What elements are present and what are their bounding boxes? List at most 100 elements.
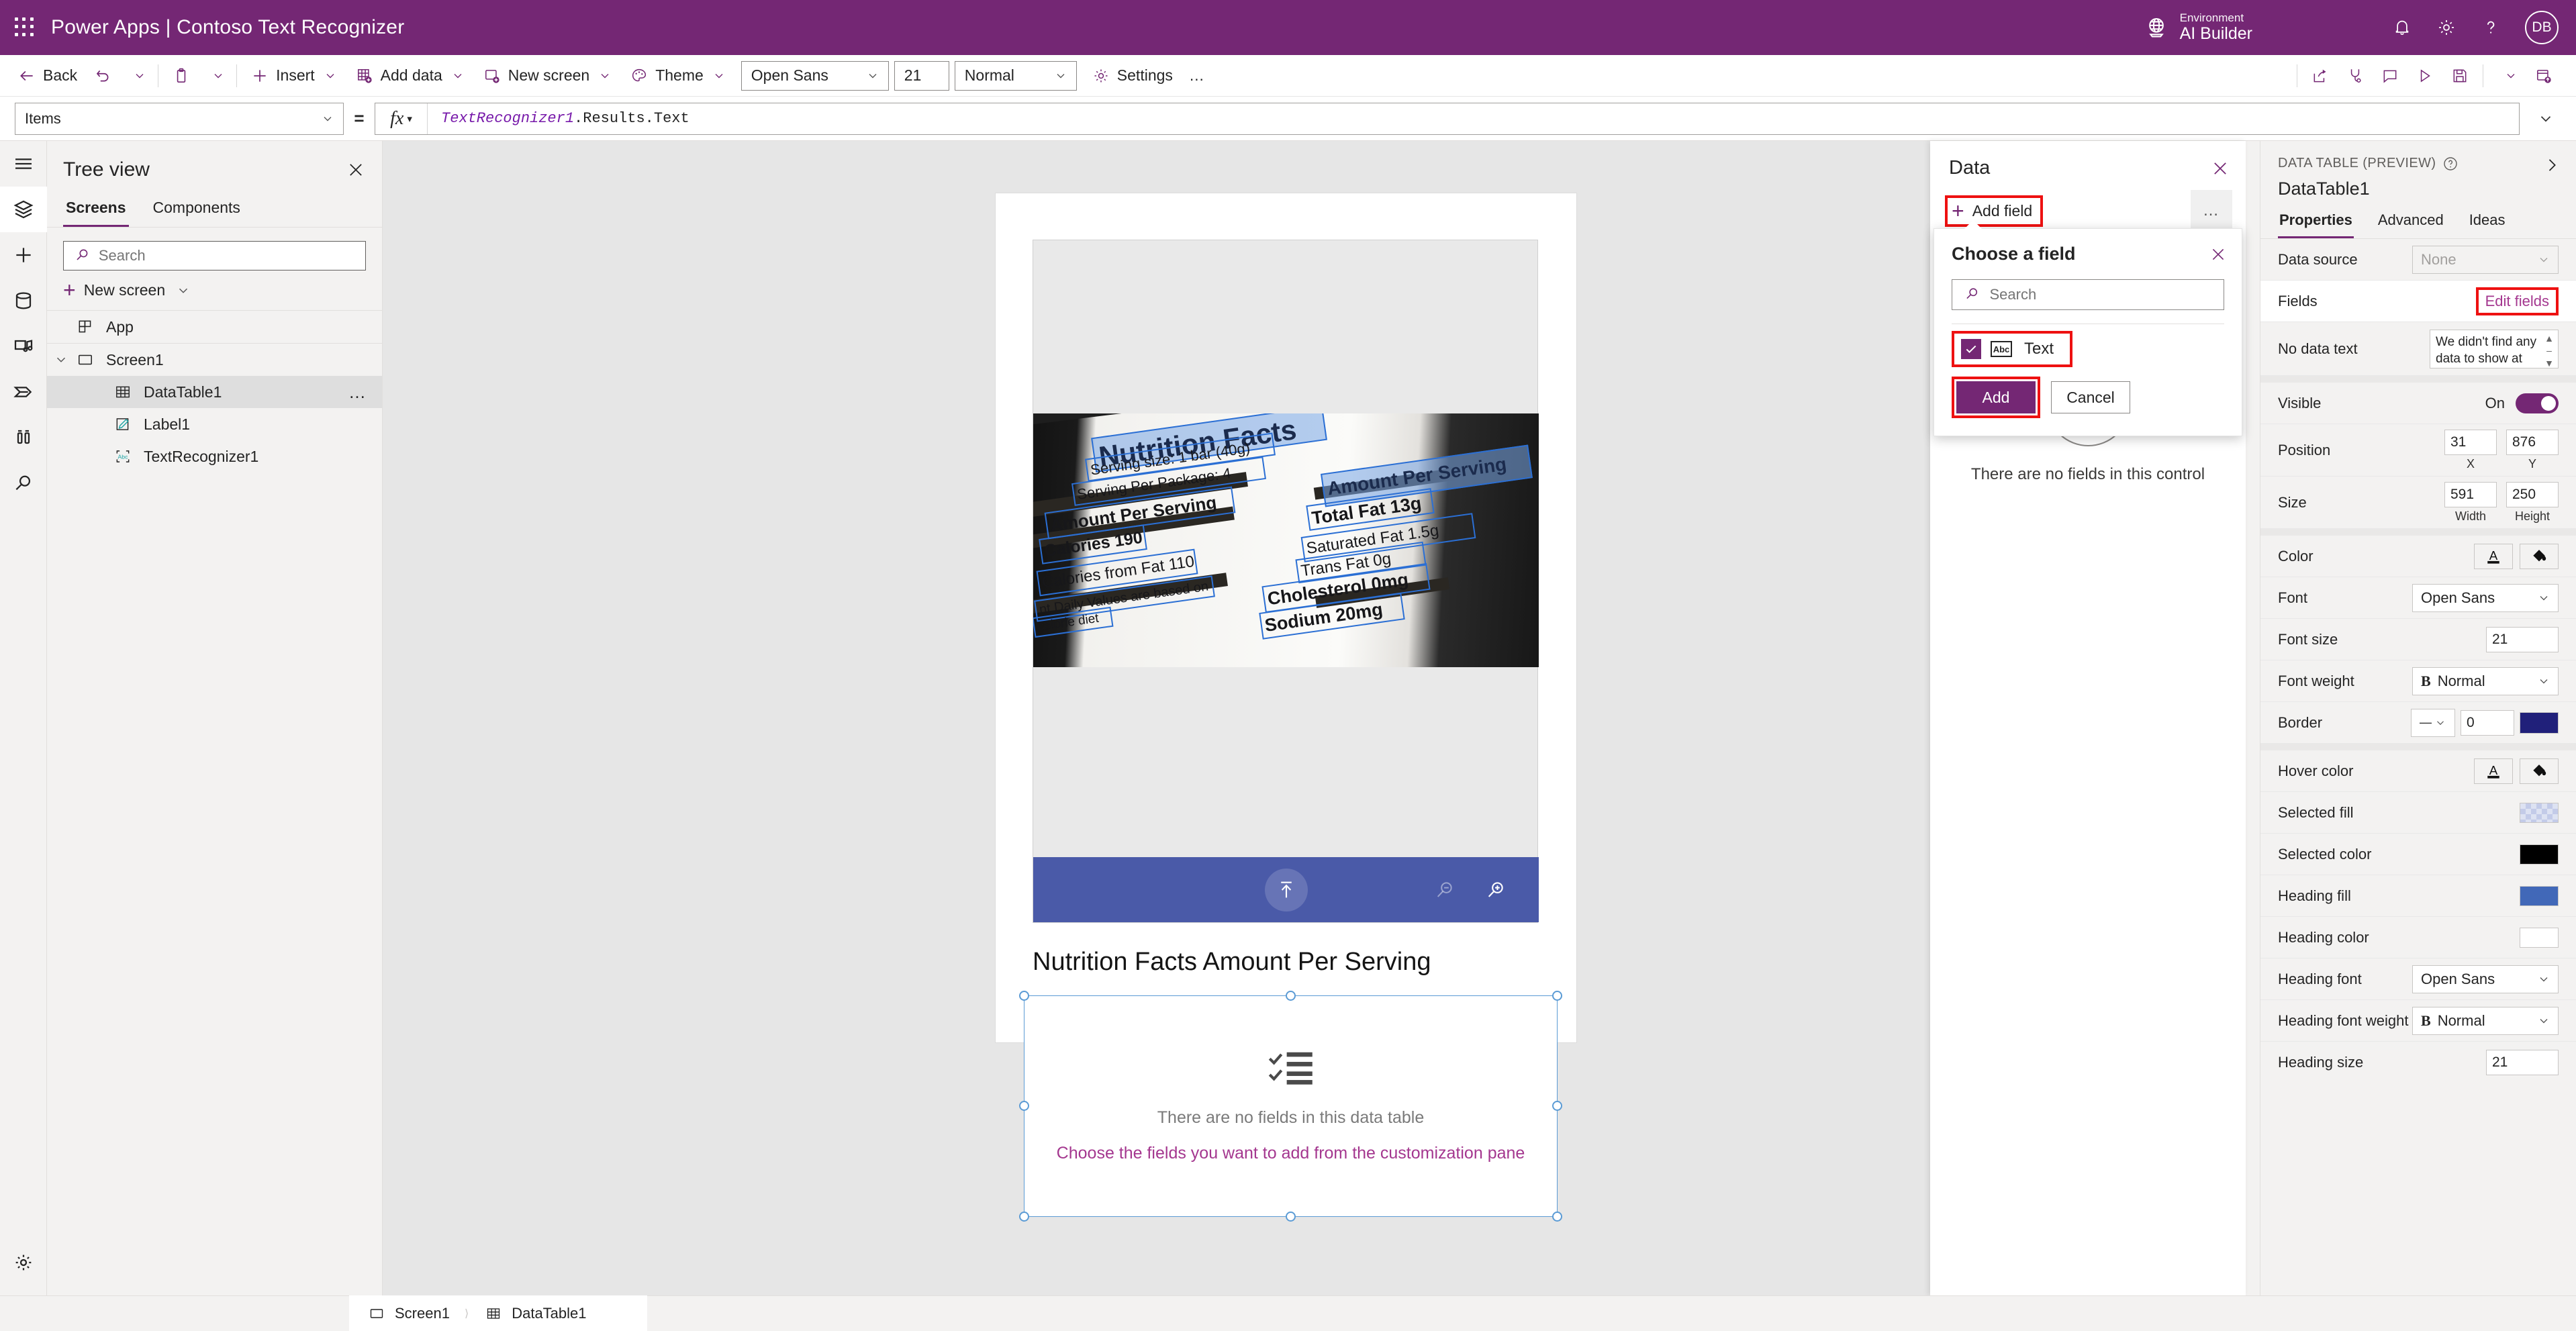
paste-button[interactable] — [164, 60, 199, 91]
share-icon[interactable] — [2303, 60, 2338, 91]
font-style-select[interactable]: Normal — [954, 60, 1077, 91]
settings-button[interactable]: Settings — [1084, 60, 1181, 91]
checkbox-checked-icon[interactable] — [1961, 339, 1981, 359]
fill-color-button[interactable] — [2520, 543, 2559, 569]
tab-screens[interactable]: Screens — [63, 193, 129, 227]
search-input[interactable] — [98, 247, 365, 264]
tab-ideas[interactable]: Ideas — [2468, 209, 2507, 238]
environment-selector[interactable]: Environment AI Builder — [2144, 11, 2252, 44]
new-screen-button[interactable]: + New screen — [47, 270, 382, 310]
position-x-input[interactable]: 31 — [2444, 429, 2497, 455]
close-icon[interactable] — [2211, 159, 2230, 178]
font-select[interactable]: Open Sans — [2412, 583, 2559, 612]
tab-properties[interactable]: Properties — [2278, 209, 2354, 238]
save-caret[interactable] — [2489, 60, 2526, 91]
data-icon[interactable] — [0, 278, 47, 324]
cancel-button[interactable]: Cancel — [2051, 381, 2130, 413]
resize-handle-bc[interactable] — [1285, 1212, 1296, 1222]
chevron-right-icon[interactable] — [2542, 156, 2561, 175]
more-icon[interactable]: … — [2191, 190, 2232, 232]
overflow-menu-button[interactable]: … — [1181, 60, 1214, 91]
font-name-select[interactable]: Open Sans — [741, 60, 889, 91]
visible-toggle[interactable] — [2516, 393, 2559, 413]
datatable-control[interactable]: There are no fields in this data table C… — [1019, 991, 1562, 1222]
resize-handle-tl[interactable] — [1019, 991, 1029, 1001]
theme-button[interactable]: Theme — [622, 60, 736, 91]
tree-node-app[interactable]: App — [47, 311, 382, 343]
size-width-input[interactable]: 591 — [2444, 481, 2497, 507]
position-y-input[interactable]: 876 — [2506, 429, 2559, 455]
tab-components[interactable]: Components — [150, 193, 243, 227]
comments-icon[interactable] — [2373, 60, 2407, 91]
tree-node-screen1[interactable]: Screen1 — [47, 344, 382, 376]
close-icon[interactable] — [2209, 246, 2227, 263]
add-button[interactable]: Add — [1956, 381, 2036, 413]
heading-font-select[interactable]: Open Sans — [2412, 965, 2559, 993]
font-size-input[interactable]: 21 — [2486, 626, 2559, 652]
label-control[interactable]: Nutrition Facts Amount Per Serving — [1033, 942, 1563, 982]
choose-field-search-input[interactable] — [1989, 286, 2224, 303]
fx-button[interactable]: fx ▾ — [375, 103, 428, 134]
text-color-button[interactable]: A — [2474, 543, 2513, 569]
border-width-input[interactable]: 0 — [2461, 709, 2514, 736]
play-icon[interactable] — [2407, 60, 2442, 91]
hover-fill-color-button[interactable] — [2520, 758, 2559, 784]
property-select[interactable]: Items — [15, 102, 344, 135]
edit-fields-link[interactable]: Edit fields — [2475, 287, 2559, 315]
insert-icon[interactable] — [0, 232, 47, 278]
heading-font-weight-select[interactable]: B Normal — [2412, 1006, 2559, 1035]
font-size-input[interactable]: 21 — [894, 60, 949, 91]
new-screen-button[interactable]: New screen — [475, 60, 622, 91]
breadcrumb-item-screen1[interactable]: Screen1 — [367, 1305, 450, 1322]
tree-search-box[interactable] — [63, 241, 366, 270]
resize-handle-tc[interactable] — [1285, 991, 1296, 1001]
image-control[interactable]: Nutrition Facts Amount Per Serving Servi… — [1033, 240, 1539, 923]
help-circle-icon[interactable] — [2442, 156, 2459, 172]
bell-icon[interactable] — [2380, 7, 2424, 48]
tree-node-label1[interactable]: Label1 — [47, 408, 382, 440]
save-icon[interactable] — [2442, 60, 2477, 91]
resize-handle-br[interactable] — [1552, 1212, 1562, 1222]
publish-icon[interactable] — [2526, 60, 2561, 91]
undo-button[interactable] — [85, 60, 120, 91]
formula-input[interactable]: fx ▾ TextRecognizer1.Results.Text — [375, 102, 2520, 135]
paste-caret[interactable] — [199, 60, 231, 91]
tab-advanced[interactable]: Advanced — [2377, 209, 2445, 238]
settings-gear-icon[interactable] — [0, 1240, 47, 1285]
more-icon[interactable]: … — [348, 382, 367, 403]
add-data-button[interactable]: Add data — [347, 60, 475, 91]
selected-color-swatch[interactable] — [2520, 844, 2559, 865]
border-color-swatch[interactable] — [2520, 711, 2559, 734]
heading-size-input[interactable]: 21 — [2486, 1050, 2559, 1075]
undo-caret[interactable] — [120, 60, 152, 91]
no-data-text-input[interactable]: We didn't find any data to show at this … — [2430, 329, 2559, 368]
close-icon[interactable] — [344, 158, 367, 181]
canvas-area[interactable]: Nutrition Facts Amount Per Serving Servi… — [383, 141, 1930, 1295]
chevron-down-icon[interactable] — [54, 352, 71, 367]
app-screen-preview[interactable]: Nutrition Facts Amount Per Serving Servi… — [996, 193, 1576, 1222]
tree-node-datatable1[interactable]: DataTable1 … — [47, 376, 382, 408]
zoom-out-icon[interactable] — [1434, 879, 1457, 901]
resize-handle-ml[interactable] — [1019, 1101, 1029, 1111]
gear-icon[interactable] — [2424, 7, 2469, 48]
variables-icon[interactable] — [0, 415, 47, 460]
zoom-in-icon[interactable] — [1485, 879, 1508, 901]
help-icon[interactable] — [2469, 7, 2513, 48]
size-height-input[interactable]: 250 — [2506, 481, 2559, 507]
hover-text-color-button[interactable]: A — [2474, 758, 2513, 784]
upload-icon[interactable] — [1264, 868, 1308, 911]
app-checker-icon[interactable] — [2338, 60, 2373, 91]
tree-view-icon[interactable] — [0, 187, 47, 232]
avatar[interactable]: DB — [2525, 11, 2559, 44]
formula-expand-button[interactable] — [2530, 107, 2561, 130]
tree-node-textrecognizer1[interactable]: Abc TextRecognizer1 — [47, 440, 382, 473]
resize-handle-bl[interactable] — [1019, 1212, 1029, 1222]
data-source-select[interactable]: None — [2412, 245, 2559, 274]
resize-handle-mr[interactable] — [1552, 1101, 1562, 1111]
border-style-select[interactable]: — — [2411, 708, 2455, 737]
media-icon[interactable] — [0, 324, 47, 369]
heading-fill-swatch[interactable] — [2520, 885, 2559, 906]
spinner-icon[interactable]: ▲ – ▼ — [2542, 332, 2556, 368]
heading-color-swatch[interactable] — [2520, 927, 2559, 948]
choose-field-search-box[interactable] — [1952, 279, 2224, 310]
